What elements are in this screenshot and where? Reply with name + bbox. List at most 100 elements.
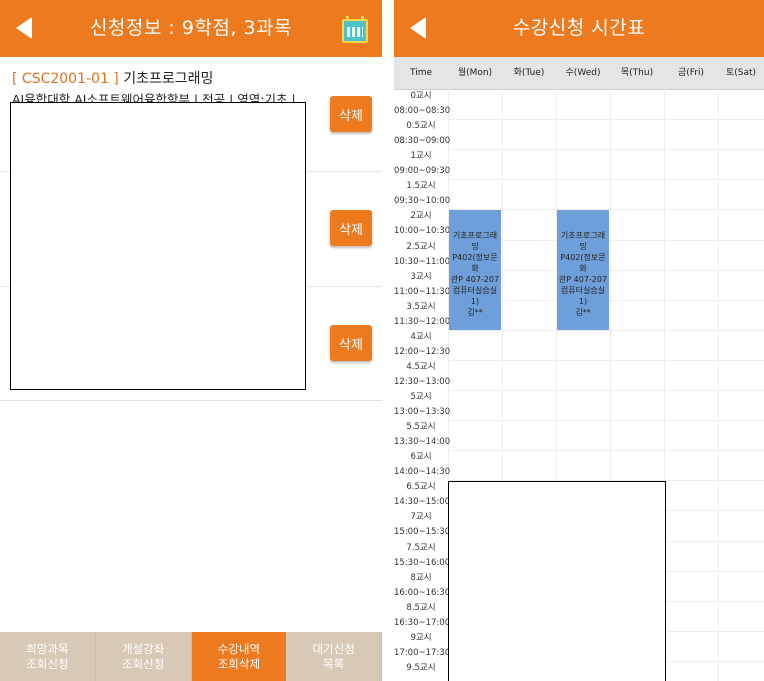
nav-enrollment-history[interactable]: 수강내역 조회삭제 bbox=[191, 632, 287, 681]
nav-label: 수강내역 bbox=[217, 641, 261, 656]
time-slot-label: 16:00~16:30 bbox=[394, 587, 451, 598]
course-name: 기초프로그래밍 bbox=[123, 71, 214, 87]
time-slot-label: 11:30~12:00 bbox=[394, 316, 451, 327]
class-block-text: 밍 bbox=[579, 242, 587, 252]
time-slot-label: 5.5교시 bbox=[406, 422, 436, 433]
course-code: [ CSC2001-01 ] bbox=[12, 71, 119, 87]
time-slot-label: 08:00~08:30 bbox=[394, 106, 451, 117]
redacted-region bbox=[10, 102, 306, 390]
time-slot-label: 13:30~14:00 bbox=[394, 437, 451, 448]
class-block-text: 김** bbox=[467, 308, 483, 318]
class-block-text: 밍 bbox=[471, 242, 479, 252]
time-slot-label: 15:00~15:30 bbox=[394, 527, 451, 538]
timetable-panel: 수강신청 시간표 Time 월(Mon) 화(Tue) 수(Wed) 목(Thu) 금(F… bbox=[394, 0, 764, 681]
class-block-text: 관P 407-207 bbox=[450, 275, 500, 285]
redacted-region bbox=[448, 481, 666, 681]
class-block-text: 1) bbox=[470, 297, 480, 307]
class-block[interactable]: 기초프로그래 밍 P402(정보문화 관P 407-207 컴퓨터실습실 1) 김** bbox=[557, 210, 609, 330]
time-slot-label: 4교시 bbox=[410, 331, 432, 342]
class-block-text: 1) bbox=[578, 297, 588, 307]
class-block-text: 컴퓨터실습실 bbox=[452, 286, 498, 296]
time-slot-label: 7.5교시 bbox=[406, 542, 436, 553]
time-slot-label: 2.5교시 bbox=[406, 241, 436, 252]
nav-open-courses[interactable]: 개설강좌 조회신청 bbox=[96, 632, 192, 681]
time-slot-label: 0교시 bbox=[410, 91, 432, 101]
time-slot-label: 12:00~12:30 bbox=[394, 346, 451, 357]
class-block-text: 관P 407-207 bbox=[558, 275, 608, 285]
time-slot-label: 09:00~09:30 bbox=[394, 166, 451, 177]
nav-label: 희망과목 bbox=[26, 641, 69, 656]
time-slot-label: 3교시 bbox=[410, 271, 432, 282]
delete-button[interactable]: 삭제 bbox=[330, 96, 372, 132]
time-slot-label: 1.5교시 bbox=[406, 181, 436, 192]
nav-waitlist[interactable]: 대기신청 목록 bbox=[286, 632, 382, 681]
time-slot-label: 6교시 bbox=[410, 452, 432, 463]
time-slot-label: 6.5교시 bbox=[406, 482, 436, 493]
time-slot-label: 12:30~13:00 bbox=[394, 376, 451, 387]
timetable-title: 수강신청 시간표 bbox=[512, 17, 646, 39]
time-slot-label: 17:00~17:30 bbox=[394, 647, 451, 658]
day-column-header: 수(Wed) bbox=[565, 68, 601, 78]
time-slot-label: 4.5교시 bbox=[406, 361, 436, 372]
class-block-text: 기초프로그래 bbox=[452, 231, 498, 241]
delete-button[interactable]: 삭제 bbox=[330, 325, 372, 361]
class-block-text: 김** bbox=[575, 308, 591, 318]
registration-info-panel: 신청정보 : 9학점, 3과목 [ CSC2001-01 ] 기초프로그래밍 A… bbox=[0, 0, 382, 681]
nav-label: 대기신청 bbox=[312, 641, 355, 656]
time-slot-label: 3.5교시 bbox=[406, 301, 436, 312]
time-slot-label: 2교시 bbox=[410, 211, 432, 222]
nav-label: 조회신청 bbox=[121, 656, 165, 671]
timetable-column-header: Time 월(Mon) 화(Tue) 수(Wed) 목(Thu) 금(Fri) 토(Sat) bbox=[394, 57, 764, 90]
registration-title: 신청정보 : 9학점, 3과목 bbox=[89, 17, 293, 39]
nav-label: 목록 bbox=[323, 656, 345, 671]
time-slot-label: 8교시 bbox=[410, 572, 432, 583]
time-slot-label: 10:30~11:00 bbox=[394, 256, 451, 267]
time-slot-label: 7교시 bbox=[410, 512, 432, 523]
delete-button[interactable]: 삭제 bbox=[330, 210, 372, 246]
registration-header: 신청정보 : 9학점, 3과목 bbox=[0, 0, 382, 57]
day-column-header: 월(Mon) bbox=[457, 68, 493, 78]
grid-row-line bbox=[448, 179, 764, 181]
nav-label: 조회신청 bbox=[26, 656, 69, 671]
list-divider bbox=[0, 400, 382, 401]
time-slot-label: 16:30~17:00 bbox=[394, 617, 451, 628]
class-block[interactable]: 기초프로그래 밍 P402(정보문화 관P 407-207 컴퓨터실습실 1) 김** bbox=[449, 210, 501, 330]
time-column-header: Time bbox=[409, 68, 433, 78]
grid-row-line bbox=[448, 390, 764, 391]
time-slot-label: 5교시 bbox=[410, 392, 432, 402]
course-title-line: [ CSC2001-01 ] 기초프로그래밍 bbox=[12, 68, 213, 88]
day-column-header: 목(Thu) bbox=[620, 68, 654, 78]
timetable-header: 수강신청 시간표 bbox=[394, 0, 764, 57]
day-column-header: 토(Sat) bbox=[725, 68, 757, 78]
nav-wishlist[interactable]: 희망과목 조회신청 bbox=[0, 632, 96, 681]
grid-column-line bbox=[718, 89, 719, 681]
nav-label: 조회삭제 bbox=[217, 656, 261, 671]
time-slot-label: 11:00~11:30 bbox=[394, 286, 451, 297]
class-block-text: 컴퓨터실습실 bbox=[560, 286, 606, 296]
grid-row-line bbox=[448, 359, 764, 361]
grid-row-line bbox=[448, 329, 764, 331]
day-column-header: 화(Tue) bbox=[513, 68, 545, 78]
time-slot-label: 09:30~10:00 bbox=[394, 196, 451, 207]
class-block-text: 기초프로그래 bbox=[560, 231, 606, 241]
time-slot-label: 0.5교시 bbox=[406, 121, 436, 132]
class-block-text: P402(정보문화 bbox=[560, 253, 606, 274]
time-slot-label: 9교시 bbox=[410, 632, 432, 643]
time-slot-label: 1교시 bbox=[410, 151, 432, 162]
time-slot-label: 15:30~16:00 bbox=[394, 557, 451, 568]
calendar-icon[interactable] bbox=[342, 16, 368, 43]
grid-row-line bbox=[448, 119, 764, 121]
bottom-navigation: 희망과목 조회신청 개설강좌 조회신청 수강내역 조회삭제 대기신청 목록 bbox=[0, 632, 382, 681]
grid-row-line bbox=[448, 149, 764, 151]
time-slot-label: 14:30~15:00 bbox=[394, 497, 451, 508]
time-slot-label: 14:00~14:30 bbox=[394, 467, 451, 478]
grid-row-line bbox=[448, 450, 764, 452]
time-slot-label: 8.5교시 bbox=[406, 602, 436, 613]
day-column-header: 금(Fri) bbox=[677, 68, 705, 78]
time-slot-label: 9.5교시 bbox=[406, 662, 436, 673]
time-slot-label: 08:30~09:00 bbox=[394, 136, 451, 147]
grid-row-line bbox=[448, 420, 764, 422]
time-slot-label: 10:00~10:30 bbox=[394, 226, 451, 237]
time-slot-label: 13:00~13:30 bbox=[394, 407, 451, 418]
class-block-text: P402(정보문화 bbox=[452, 253, 498, 274]
